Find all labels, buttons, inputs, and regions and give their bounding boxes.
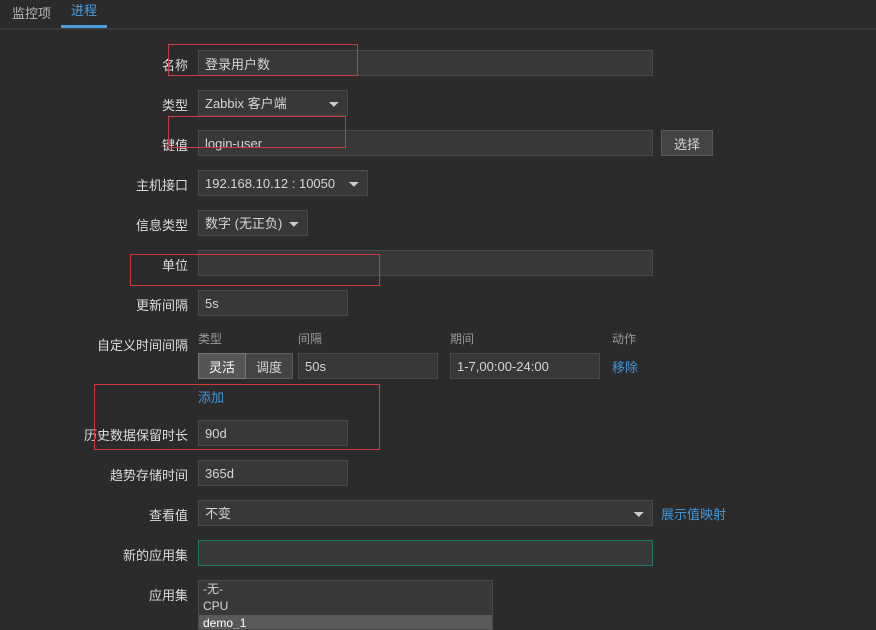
label-host-iface: 主机接口 <box>10 170 198 194</box>
period-input[interactable] <box>450 353 600 379</box>
label-trend-keep: 趋势存储时间 <box>10 460 198 484</box>
add-interval-link[interactable]: 添加 <box>198 390 224 405</box>
name-input[interactable] <box>198 50 653 76</box>
interval-type-group: 灵活 调度 <box>198 353 293 379</box>
label-custom-int: 自定义时间间隔 <box>10 330 198 354</box>
host-iface-select[interactable]: 192.168.10.12 : 10050 <box>198 170 368 196</box>
label-app-set: 应用集 <box>10 580 198 604</box>
view-value-select[interactable]: 不变 <box>198 500 653 526</box>
label-update-int: 更新间隔 <box>10 290 198 314</box>
unit-input[interactable] <box>198 250 653 276</box>
label-key: 键值 <box>10 130 198 154</box>
label-unit: 单位 <box>10 250 198 274</box>
update-interval-input[interactable] <box>198 290 348 316</box>
flex-button[interactable]: 灵活 <box>198 353 246 379</box>
app-set-listbox[interactable]: -无- CPU demo_1 <box>198 580 493 630</box>
list-item[interactable]: demo_1 <box>199 615 492 630</box>
label-info-type: 信息类型 <box>10 210 198 234</box>
ih-action: 动作 <box>612 330 652 347</box>
label-type: 类型 <box>10 90 198 114</box>
show-value-map-link[interactable]: 展示值映射 <box>661 504 726 523</box>
ih-period: 期间 <box>450 330 612 347</box>
label-hist-keep: 历史数据保留时长 <box>10 420 198 444</box>
label-new-app: 新的应用集 <box>10 540 198 564</box>
trend-keep-input[interactable] <box>198 460 348 486</box>
custom-interval-block: 类型 间隔 期间 动作 灵活 调度 <box>198 330 653 406</box>
label-name: 名称 <box>10 50 198 74</box>
ih-interval: 间隔 <box>298 330 450 347</box>
label-view-value: 查看值 <box>10 500 198 524</box>
new-app-input[interactable] <box>198 540 653 566</box>
schedule-button[interactable]: 调度 <box>246 353 293 379</box>
select-button[interactable]: 选择 <box>661 130 713 156</box>
list-item[interactable]: CPU <box>199 598 492 615</box>
type-select[interactable]: Zabbix 客户端 <box>198 90 348 116</box>
remove-link[interactable]: 移除 <box>612 360 638 375</box>
interval-input[interactable] <box>298 353 438 379</box>
form: 名称 类型 Zabbix 客户端 键值 选择 主机接口 192.168.10.1… <box>0 30 876 630</box>
tab-monitor[interactable]: 监控项 <box>2 0 61 28</box>
tab-process[interactable]: 进程 <box>61 0 107 28</box>
info-type-select[interactable]: 数字 (无正负) <box>198 210 308 236</box>
list-item[interactable]: -无- <box>199 581 492 598</box>
history-keep-input[interactable] <box>198 420 348 446</box>
key-input[interactable] <box>198 130 653 156</box>
tabs: 监控项 进程 <box>0 0 876 30</box>
ih-type: 类型 <box>198 330 298 347</box>
